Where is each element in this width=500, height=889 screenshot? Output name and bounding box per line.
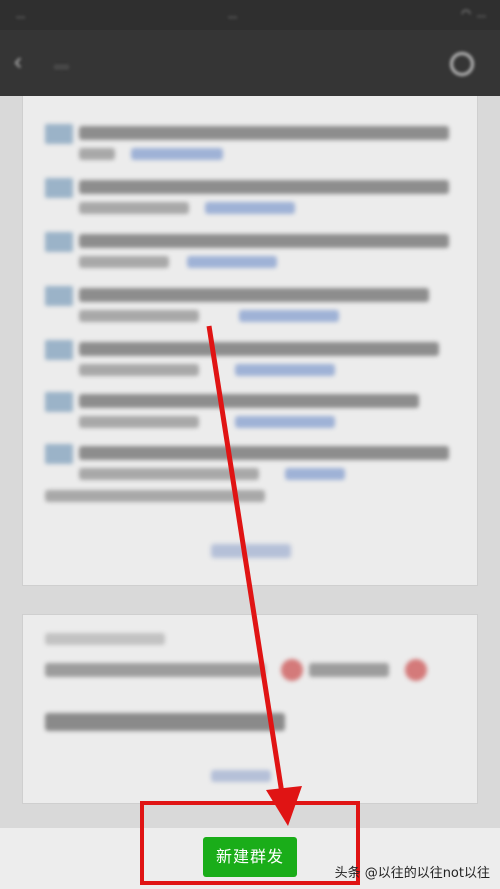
watermark-text: 头条 @以往的以往not以往 bbox=[334, 866, 490, 881]
annotation-arrow bbox=[206, 325, 302, 826]
